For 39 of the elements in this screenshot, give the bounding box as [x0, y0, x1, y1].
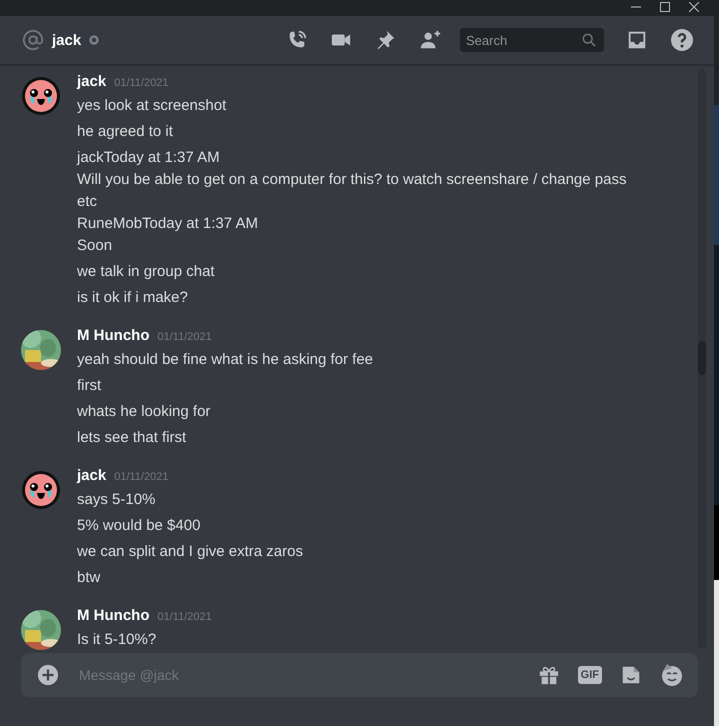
- sticker-icon[interactable]: [620, 664, 642, 686]
- gift-icon[interactable]: [538, 664, 560, 686]
- channel-title: jack: [52, 32, 82, 48]
- author-name[interactable]: M Huncho: [77, 607, 150, 624]
- add-icon[interactable]: [37, 664, 59, 686]
- search-field[interactable]: Search: [460, 28, 604, 52]
- gif-button[interactable]: GIF: [578, 666, 602, 684]
- author-name[interactable]: jack: [77, 467, 106, 484]
- message-text: he agreed to it: [77, 122, 174, 142]
- timestamp: 01/11/2021: [158, 331, 212, 343]
- maximize-icon[interactable]: [660, 2, 670, 12]
- message-text: btw: [77, 568, 102, 588]
- emoji-icon[interactable]: [660, 663, 684, 687]
- at-sign-icon: [22, 29, 44, 51]
- timestamp: 01/11/2021: [158, 611, 212, 623]
- message-text: we talk in group chat: [77, 262, 216, 282]
- avatar[interactable]: [21, 76, 61, 116]
- message-text: we can split and I give extra zaros: [77, 542, 304, 562]
- timestamp: 01/11/2021: [114, 77, 168, 89]
- message-text: says 5-10%: [77, 490, 156, 510]
- scrollbar-track[interactable]: [698, 69, 706, 649]
- message-text: 5% would be $400: [77, 516, 202, 536]
- message-text: yes look at screenshot: [77, 96, 228, 116]
- inbox-icon[interactable]: [626, 29, 648, 51]
- message-text: first: [77, 376, 102, 396]
- author-name[interactable]: M Huncho: [77, 327, 150, 344]
- message-text: yeah should be fine what is he asking for fee: [77, 350, 374, 370]
- search-icon: [582, 33, 596, 47]
- author-name[interactable]: jack: [77, 73, 106, 90]
- message-text: is it ok if i make?: [77, 288, 189, 308]
- help-icon[interactable]: [670, 28, 694, 52]
- add-user-icon[interactable]: [418, 29, 442, 51]
- message-text: Is it 5-10%?: [77, 630, 158, 650]
- avatar[interactable]: [21, 470, 61, 510]
- close-icon[interactable]: [689, 2, 699, 12]
- message-text: whats he looking for: [77, 402, 212, 422]
- timestamp: 01/11/2021: [114, 471, 168, 483]
- scrollbar-thumb[interactable]: [698, 341, 706, 375]
- message-text: lets see that first: [77, 428, 188, 448]
